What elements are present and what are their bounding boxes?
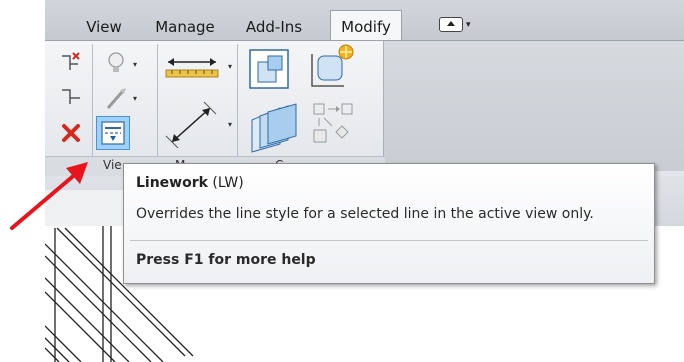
tooltip-help-text: Press F1 for more help [136, 252, 316, 268]
paint-icon[interactable] [104, 86, 130, 112]
tab-add-ins[interactable]: Add-Ins [236, 14, 312, 40]
create-parts-icon[interactable] [246, 100, 300, 154]
linework-icon [101, 121, 125, 145]
chevron-down-icon[interactable]: ▾ [466, 20, 471, 30]
remove-icon[interactable] [60, 122, 82, 144]
tooltip-title-name: Linework [136, 175, 208, 191]
tab-modify[interactable]: Modify [330, 10, 402, 41]
tab-view[interactable]: View [86, 14, 122, 40]
tooltip-shortcut: (LW) [212, 175, 244, 191]
panel-separator [237, 44, 238, 168]
aligned-dimension-icon[interactable] [164, 50, 224, 84]
panel-separator [157, 44, 158, 168]
linework-button[interactable] [96, 116, 130, 150]
create-assembly-icon[interactable] [246, 46, 300, 94]
ribbon-empty-area [383, 41, 684, 171]
hide-element-icon[interactable] [58, 50, 84, 74]
chevron-down-icon[interactable]: ▾ [228, 120, 232, 129]
similar-icon[interactable] [306, 100, 360, 150]
measure-icon[interactable] [164, 100, 224, 148]
chevron-down-icon[interactable]: ▾ [228, 62, 232, 71]
quick-access-dropdown-icon[interactable] [439, 17, 463, 32]
chevron-down-icon[interactable]: ▾ [133, 60, 137, 69]
override-graphics-icon[interactable] [104, 50, 128, 76]
tooltip-divider [130, 240, 648, 241]
create-group-icon[interactable] [304, 44, 358, 94]
annotation-arrow-icon [10, 162, 88, 230]
tooltip-description: Overrides the line style for a selected … [136, 206, 594, 222]
tab-manage[interactable]: Manage [150, 14, 220, 40]
tooltip: Linework (LW) Overrides the line style f… [123, 163, 655, 284]
unhide-icon[interactable] [58, 86, 84, 106]
tooltip-title: Linework (LW) [136, 175, 244, 191]
chevron-down-icon[interactable]: ▾ [133, 94, 137, 103]
